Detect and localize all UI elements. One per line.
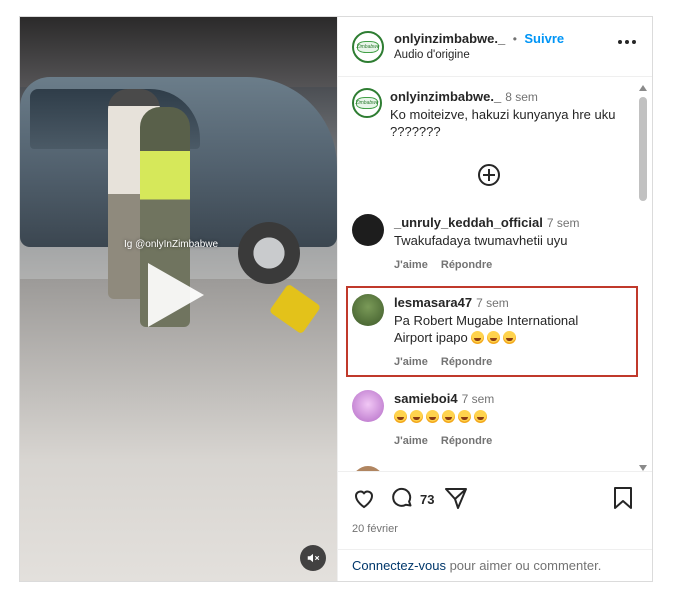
more-options-icon[interactable] [618,40,636,44]
like-comment-button[interactable]: J'aime [394,435,428,447]
laughing-emoji-icon [471,331,485,344]
caption-avatar[interactable]: Zimbabwe [352,88,382,118]
post-modal: Ig @onlyInZimbabwe Zimbabwe onlyinzimbab… [19,16,653,582]
follow-button[interactable]: Suivre [524,31,564,46]
laughing-emoji-icon [458,410,471,423]
login-link[interactable]: Connectez-vous [352,558,446,573]
comment-body: _unruly_keddah_official 7 sem Twakufadaya… [394,214,580,274]
comment-item: _unruly_keddah_official 7 sem Twakufadaya… [352,214,632,274]
laughing-emoji-icon [487,331,501,344]
audio-label[interactable]: Audio d'origine [394,47,564,63]
comment-actions: J'aime Répondre [394,257,580,274]
laughing-emoji-icon [503,331,517,344]
post-footer: 73 20 février Connectez-vous pour aimer … [338,471,652,581]
video-player[interactable]: Ig @onlyInZimbabwe [20,17,337,581]
comment-actions: J'aime Répondre [394,433,502,450]
reply-comment-button[interactable]: Répondre [441,356,492,368]
side-panel: Zimbabwe onlyinzimbabwe._ • Suivre Audio… [337,17,652,581]
comments-list[interactable]: Zimbabwe onlyinzimbabwe._ 8 sem Ko moitei… [338,78,652,471]
avatar-logo-text: Zimbabwe [356,40,380,53]
caption-username[interactable]: onlyinzimbabwe._ [390,89,501,104]
post-header: Zimbabwe onlyinzimbabwe._ • Suivre Audio… [338,17,652,77]
emoji-row [394,408,502,425]
scroll-up-arrow-icon[interactable] [639,85,647,91]
comment-text-wrap: Pa Robert Mugabe International Airport i… [394,312,614,346]
like-comment-button[interactable]: J'aime [394,356,428,368]
video-watermark: Ig @onlyInZimbabwe [124,239,219,250]
comment-time[interactable]: 7 sem [547,216,580,230]
comment-body: samieboi4 7 sem J'aime Répondre [394,390,502,450]
reply-comment-button[interactable]: Répondre [441,435,492,447]
comment-actions: J'aime Répondre [394,354,614,371]
comment-icon[interactable] [390,486,414,510]
avatar-logo-text: Zimbabwe [355,97,379,109]
caption-time[interactable]: 8 sem [505,90,538,104]
footer-divider [338,549,652,550]
comment-username[interactable]: samieboi4 [394,391,458,406]
commenter-avatar[interactable] [352,294,384,326]
action-bar: 73 [352,486,642,512]
caption-item: Zimbabwe onlyinzimbabwe._ 8 sem Ko moitei… [352,88,632,140]
caption-body: onlyinzimbabwe._ 8 sem Ko moiteizve, haku… [390,88,630,140]
comment-body: lesmasara47 7 sem Pa Robert Mugabe Intern… [394,294,614,371]
video-scene-wheel [238,222,300,284]
author-username[interactable]: onlyinzimbabwe._ [394,31,505,46]
commenter-avatar[interactable] [352,214,384,246]
plus-icon [483,169,495,181]
laughing-emoji-icon [442,410,455,423]
caption-text: Ko moiteizve, hakuzi kunyanya hre uku ??… [390,107,616,139]
laughing-emoji-icon [474,410,487,423]
post-date[interactable]: 20 février [352,523,398,535]
comments-scrollbar[interactable] [639,81,650,471]
laughing-emoji-icon [426,410,439,423]
laughing-emoji-icon [394,410,407,423]
laughing-emoji-icon [410,410,423,423]
comment-count: 73 [420,492,435,507]
comment-item: samieboi4 7 sem J'aime Répondre [352,390,632,450]
heart-icon[interactable] [352,486,376,510]
comment-username[interactable]: _unruly_keddah_official [394,215,543,230]
like-comment-button[interactable]: J'aime [394,259,428,271]
comment-username[interactable]: lesmasara47 [394,295,472,310]
share-icon[interactable] [444,486,468,510]
emoji-row [471,330,519,345]
muted-speaker-icon [307,553,320,563]
mute-button[interactable] [300,545,326,571]
comment-text: Twakufadaya twumavhetii uyu [394,233,568,248]
scroll-thumb[interactable] [639,97,647,201]
commenter-avatar[interactable] [352,390,384,422]
comment-time[interactable]: 7 sem [462,392,495,406]
author-avatar[interactable]: Zimbabwe [352,30,384,63]
comment-time[interactable]: 7 sem [476,296,509,310]
login-prompt-text: pour aimer ou commenter. [445,558,602,573]
author-info: onlyinzimbabwe._ • Suivre Audio d'origin… [394,31,564,63]
login-prompt: Connectez-vous pour aimer ou commenter. [352,558,601,573]
comment-item: lesmasara47 7 sem Pa Robert Mugabe Intern… [352,294,632,371]
save-bookmark-icon[interactable] [612,486,634,510]
separator-dot: • [512,31,517,46]
play-icon[interactable] [148,263,204,327]
reply-comment-button[interactable]: Répondre [441,259,492,271]
load-more-comments-button[interactable] [478,164,500,186]
